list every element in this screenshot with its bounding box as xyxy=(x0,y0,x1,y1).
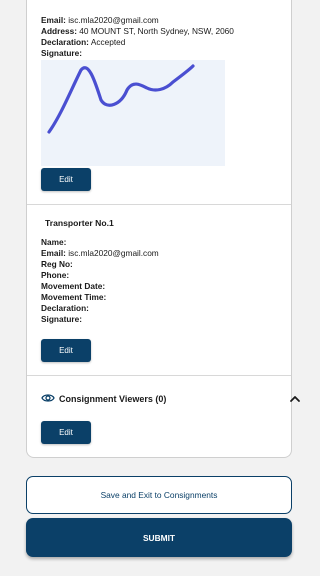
receiver-declaration-label: Declaration: xyxy=(41,37,89,47)
transporter-reg-row: Reg No: xyxy=(41,259,73,270)
transporter-email-label: Email: xyxy=(41,248,66,258)
transporter-signature-row: Signature: xyxy=(41,314,82,325)
transporter-title: Transporter No.1 xyxy=(45,218,114,228)
receiver-address-value: 40 MOUNT ST, North Sydney, NSW, 2060 xyxy=(79,26,234,36)
consignment-details-card: Email: isc.mla2020@gmail.com Address: 40… xyxy=(26,0,300,458)
transporter-email-row: Email: isc.mla2020@gmail.com xyxy=(41,248,159,259)
transporter-edit-button[interactable]: Edit xyxy=(41,339,91,362)
transporter-name-row: Name: xyxy=(41,237,66,248)
transporter-declaration-label: Declaration: xyxy=(41,303,89,313)
signature-drawing xyxy=(47,64,195,134)
section-divider xyxy=(27,204,291,205)
receiver-address-label: Address: xyxy=(41,26,77,36)
transporter-declaration-row: Declaration: xyxy=(41,303,89,314)
submit-button[interactable]: SUBMIT xyxy=(26,518,292,557)
receiver-declaration-row: Declaration: Accepted xyxy=(41,37,125,48)
receiver-address-row: Address: 40 MOUNT ST, North Sydney, NSW,… xyxy=(41,26,234,37)
receiver-edit-button[interactable]: Edit xyxy=(41,168,91,191)
transporter-movement-date-row: Movement Date: xyxy=(41,281,105,292)
receiver-signature-row: Signature: xyxy=(41,48,82,59)
save-and-exit-button[interactable]: Save and Exit to Consignments xyxy=(26,476,292,514)
receiver-signature-label: Signature: xyxy=(41,48,83,58)
viewers-edit-button[interactable]: Edit xyxy=(41,421,91,444)
transporter-movement-time-label: Movement Time: xyxy=(41,292,107,302)
eye-icon xyxy=(41,394,55,402)
transporter-email-value: isc.mla2020@gmail.com xyxy=(68,248,159,258)
transporter-phone-row: Phone: xyxy=(41,270,69,281)
section-divider xyxy=(27,375,291,376)
receiver-email-label: Email: xyxy=(41,15,66,25)
transporter-movement-time-row: Movement Time: xyxy=(41,292,106,303)
consignment-viewers-title: Consignment Viewers (0) xyxy=(59,394,167,404)
transporter-reg-label: Reg No: xyxy=(41,259,73,269)
transporter-signature-label: Signature: xyxy=(41,314,83,324)
receiver-email-row: Email: isc.mla2020@gmail.com xyxy=(41,15,159,26)
receiver-email-value: isc.mla2020@gmail.com xyxy=(68,15,159,25)
signature-image xyxy=(41,60,225,166)
receiver-declaration-value: Accepted xyxy=(90,37,126,47)
transporter-phone-label: Phone: xyxy=(41,270,70,280)
transporter-movement-date-label: Movement Date: xyxy=(41,281,106,291)
transporter-name-label: Name: xyxy=(41,237,67,247)
chevron-up-icon[interactable] xyxy=(289,394,301,404)
